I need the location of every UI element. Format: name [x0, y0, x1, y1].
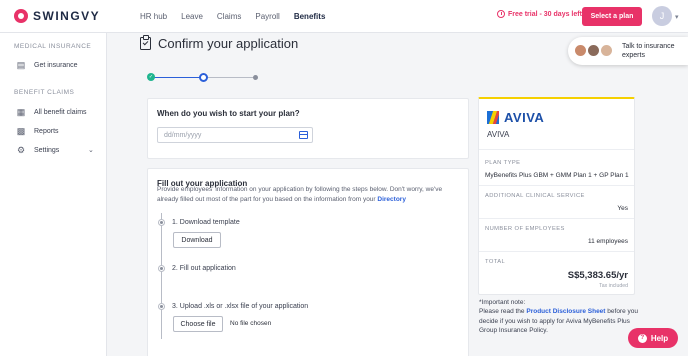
nav-leave[interactable]: Leave [181, 12, 203, 21]
divider [479, 185, 634, 186]
stepper-line-complete [151, 76, 203, 78]
step-bullet [159, 220, 164, 225]
nav-hr-hub[interactable]: HR hub [140, 12, 167, 21]
clock-icon [497, 10, 505, 18]
stepper-line-pending [207, 77, 257, 78]
nav-claims[interactable]: Claims [217, 12, 241, 21]
expert-avatar [587, 44, 600, 57]
sidebar-item-reports[interactable]: ▩ Reports [16, 126, 59, 136]
important-note: *Important note: Please read the Product… [479, 298, 639, 335]
step-upload-label: 3. Upload .xls or .xlsx file of your app… [172, 303, 309, 310]
help-icon: ? [637, 333, 647, 343]
step-complete-icon: ✓ [147, 73, 155, 81]
swingvy-logo[interactable]: SWINGVY [14, 9, 124, 23]
sidebar-item-label: Get insurance [34, 61, 78, 69]
employees-label: NUMBER OF EMPLOYEES [485, 226, 565, 232]
trial-text: Free trial - 30 days left [508, 10, 582, 18]
sidebar-heading-benefit-claims: BENEFIT CLAIMS [14, 89, 75, 96]
progress-stepper: ✓ [147, 72, 261, 82]
plan-type-label: PLAN TYPE [485, 160, 521, 166]
tax-note: Tax included [599, 283, 628, 289]
trial-notice[interactable]: Free trial - 30 days left [497, 10, 582, 18]
download-button[interactable]: Download [173, 232, 221, 248]
building-icon: ▦ [16, 106, 26, 117]
step-current [199, 72, 208, 82]
clipboard-check-icon [140, 35, 151, 50]
talk-to-experts-widget[interactable]: Talk to insurance experts [568, 37, 688, 65]
help-label: Help [650, 333, 669, 343]
step-bullet [159, 304, 164, 309]
page-title: Confirm your application [140, 35, 299, 51]
talk-to-experts-text: Talk to insurance experts [622, 43, 675, 59]
step-download-label: 1. Download template [172, 219, 240, 226]
expert-avatar [574, 44, 587, 57]
sidebar-item-label: Settings [34, 146, 60, 154]
sidebar: MEDICAL INSURANCE ▤ Get insurance BENEFI… [0, 33, 107, 356]
clinical-service-label: ADDITIONAL CLINICAL SERVICE [485, 193, 585, 199]
help-button[interactable]: ? Help [628, 328, 678, 348]
sidebar-item-label: Reports [34, 127, 59, 135]
start-date-question: When do you wish to start your plan? [157, 109, 300, 118]
fill-application-description: Provide employees' information on your a… [157, 186, 443, 203]
main-nav: HR hub Leave Claims Payroll Benefits [140, 12, 339, 21]
clipboard-icon: ▤ [16, 59, 26, 70]
calendar-icon[interactable] [299, 131, 308, 139]
sidebar-item-label: All benefit claims [34, 108, 87, 116]
start-date-input[interactable]: dd/mm/yyyy [157, 127, 313, 143]
step-pending [253, 74, 258, 80]
aviva-logo: AVIVA [487, 110, 544, 125]
chart-icon: ▩ [16, 125, 26, 136]
steps-timeline [161, 213, 162, 339]
total-label: TOTAL [485, 259, 506, 265]
step-bullet [159, 266, 164, 271]
start-date-card: When do you wish to start your plan? dd/… [147, 98, 469, 159]
product-disclosure-link[interactable]: Product Disclosure Sheet [526, 308, 605, 315]
file-status: No file chosen [230, 320, 272, 327]
chevron-down-icon[interactable]: ▾ [675, 13, 679, 21]
directory-link[interactable]: Directory [377, 196, 406, 203]
sidebar-heading-medical: MEDICAL INSURANCE [14, 43, 92, 50]
plan-summary-card: AVIVA AVIVA PLAN TYPE MyBenefits Plus GB… [478, 97, 635, 295]
chevron-down-icon[interactable]: ⌄ [88, 146, 94, 154]
choose-file-button[interactable]: Choose file [173, 316, 223, 332]
date-placeholder: dd/mm/yyyy [164, 131, 202, 139]
sidebar-item-all-claims[interactable]: ▦ All benefit claims [16, 107, 87, 117]
nav-payroll[interactable]: Payroll [255, 12, 279, 21]
brand-name: SWINGVY [33, 9, 101, 23]
note-body: Please read the Product Disclosure Sheet… [479, 308, 638, 334]
divider [479, 149, 634, 150]
employees-value: 11 employees [588, 238, 628, 245]
sidebar-item-settings[interactable]: ⚙ Settings [16, 145, 59, 155]
total-value: S$5,383.65/yr [567, 270, 628, 281]
swingvy-logo-icon [14, 9, 28, 23]
nav-benefits[interactable]: Benefits [294, 12, 326, 21]
aviva-logo-text: AVIVA [504, 110, 545, 125]
note-heading: *Important note: [479, 299, 526, 306]
gear-icon: ⚙ [16, 144, 26, 155]
select-plan-button[interactable]: Select a plan [582, 7, 642, 26]
plan-type-value: MyBenefits Plus GBM + GMM Plan 1 + GP Pl… [485, 172, 629, 179]
fill-application-card: Fill out your application Provide employ… [147, 168, 469, 356]
page-title-text: Confirm your application [158, 36, 299, 51]
aviva-logo-icon [487, 111, 499, 124]
insurer-name: AVIVA [487, 130, 510, 139]
expert-avatar [600, 44, 613, 57]
sidebar-item-get-insurance[interactable]: ▤ Get insurance [16, 60, 78, 70]
avatar[interactable]: J [652, 6, 672, 26]
clinical-service-value: Yes [617, 205, 628, 212]
divider [479, 218, 634, 219]
step-fill-label: 2. Fill out application [172, 265, 236, 272]
divider [479, 251, 634, 252]
